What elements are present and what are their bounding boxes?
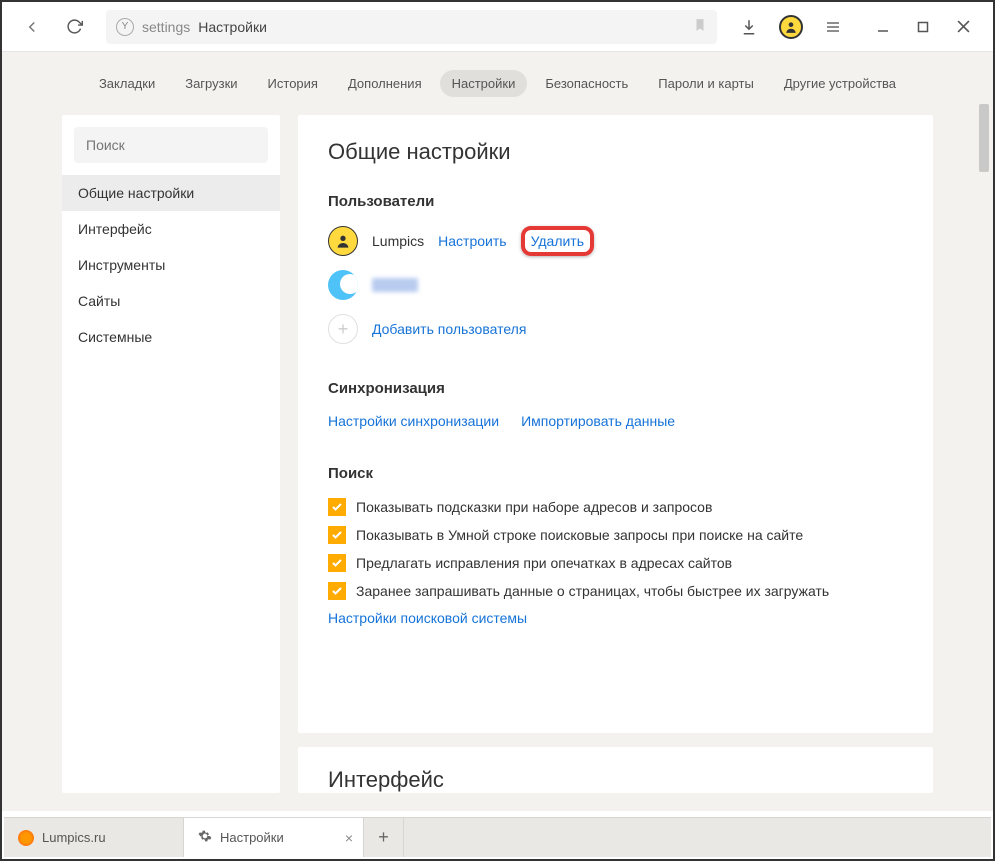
user-avatar-icon: [328, 226, 358, 256]
search-heading: Поиск: [328, 465, 903, 482]
tab-close-icon[interactable]: ×: [345, 830, 353, 846]
profile-button[interactable]: [773, 9, 809, 45]
checkbox-icon: [328, 582, 346, 600]
settings-sidebar: Общие настройки Интерфейс Инструменты Са…: [62, 115, 280, 793]
delete-user-link[interactable]: Удалить: [531, 233, 584, 249]
add-user-icon: +: [328, 314, 358, 344]
user-name: Lumpics: [372, 233, 424, 249]
address-title: Настройки: [198, 19, 267, 35]
window-close-button[interactable]: [945, 9, 981, 45]
checkbox-icon: [328, 554, 346, 572]
site-identity-icon: Y: [116, 18, 134, 36]
nav-security[interactable]: Безопасность: [533, 70, 640, 97]
users-section: Пользователи Lumpics Настроить Удалить: [328, 193, 903, 344]
sidebar-item-tools[interactable]: Инструменты: [62, 247, 280, 283]
user-avatar-icon: [328, 270, 358, 300]
nav-history[interactable]: История: [256, 70, 330, 97]
delete-highlight: Удалить: [521, 226, 594, 256]
page-title: Общие настройки: [328, 139, 903, 165]
new-tab-button[interactable]: +: [364, 818, 404, 857]
nav-downloads[interactable]: Загрузки: [173, 70, 249, 97]
back-button[interactable]: [14, 9, 50, 45]
gear-icon: [198, 829, 212, 846]
sidebar-search-input[interactable]: [74, 127, 268, 163]
avatar-icon: [779, 15, 803, 39]
checkbox-label: Показывать в Умной строке поисковые запр…: [356, 527, 803, 543]
page-area: Закладки Загрузки История Дополнения Нас…: [2, 52, 993, 811]
next-section-preview: Интерфейс: [298, 747, 933, 793]
tabs-bar: Lumpics.ru Настройки × +: [4, 817, 991, 857]
search-opt-4[interactable]: Заранее запрашивать данные о страницах, …: [328, 582, 903, 600]
search-section: Поиск Показывать подсказки при наборе ад…: [328, 465, 903, 626]
scrollbar-track[interactable]: [977, 104, 991, 763]
user-row-1: Lumpics Настроить Удалить: [328, 226, 903, 256]
browser-toolbar: Y settings Настройки: [2, 2, 993, 52]
tab-label: Lumpics.ru: [42, 830, 106, 845]
scrollbar-thumb[interactable]: [979, 104, 989, 172]
sync-settings-link[interactable]: Настройки синхронизации: [328, 413, 499, 429]
search-opt-2[interactable]: Показывать в Умной строке поисковые запр…: [328, 526, 903, 544]
users-heading: Пользователи: [328, 193, 903, 210]
nav-bookmarks[interactable]: Закладки: [87, 70, 167, 97]
settings-main-panel: Общие настройки Пользователи Lumpics Нас…: [298, 115, 933, 733]
nav-settings[interactable]: Настройки: [440, 70, 528, 97]
tab-favicon-icon: [18, 830, 34, 846]
bookmark-icon[interactable]: [693, 17, 707, 36]
configure-user-link[interactable]: Настроить: [438, 233, 506, 249]
nav-addons[interactable]: Дополнения: [336, 70, 434, 97]
tab-lumpics[interactable]: Lumpics.ru: [4, 818, 184, 857]
window-maximize-button[interactable]: [905, 9, 941, 45]
sidebar-item-system[interactable]: Системные: [62, 319, 280, 355]
sidebar-item-general[interactable]: Общие настройки: [62, 175, 280, 211]
user-row-2: [328, 270, 903, 300]
sidebar-item-sites[interactable]: Сайты: [62, 283, 280, 319]
sidebar-search-wrap: [74, 127, 268, 163]
search-opt-3[interactable]: Предлагать исправления при опечатках в а…: [328, 554, 903, 572]
tab-settings[interactable]: Настройки ×: [184, 818, 364, 857]
address-bar[interactable]: Y settings Настройки: [106, 10, 717, 44]
window-minimize-button[interactable]: [865, 9, 901, 45]
tab-label: Настройки: [220, 830, 284, 845]
address-prefix: settings: [142, 19, 190, 35]
checkbox-label: Показывать подсказки при наборе адресов …: [356, 499, 712, 515]
import-data-link[interactable]: Импортировать данные: [521, 413, 675, 429]
add-user-link[interactable]: Добавить пользователя: [372, 321, 526, 337]
add-user-row: + Добавить пользователя: [328, 314, 903, 344]
checkbox-label: Заранее запрашивать данные о страницах, …: [356, 583, 829, 599]
next-section-title: Интерфейс: [328, 767, 903, 793]
checkbox-icon: [328, 526, 346, 544]
nav-devices[interactable]: Другие устройства: [772, 70, 908, 97]
menu-button[interactable]: [815, 9, 851, 45]
nav-passwords[interactable]: Пароли и карты: [646, 70, 766, 97]
checkbox-label: Предлагать исправления при опечатках в а…: [356, 555, 732, 571]
search-opt-1[interactable]: Показывать подсказки при наборе адресов …: [328, 498, 903, 516]
downloads-button[interactable]: [731, 9, 767, 45]
settings-top-nav: Закладки Загрузки История Дополнения Нас…: [2, 52, 993, 115]
sidebar-item-interface[interactable]: Интерфейс: [62, 211, 280, 247]
sync-heading: Синхронизация: [328, 380, 903, 397]
user-name-blurred: [372, 278, 418, 292]
sync-section: Синхронизация Настройки синхронизации Им…: [328, 380, 903, 429]
search-engine-settings-link[interactable]: Настройки поисковой системы: [328, 610, 527, 626]
reload-button[interactable]: [56, 9, 92, 45]
checkbox-icon: [328, 498, 346, 516]
